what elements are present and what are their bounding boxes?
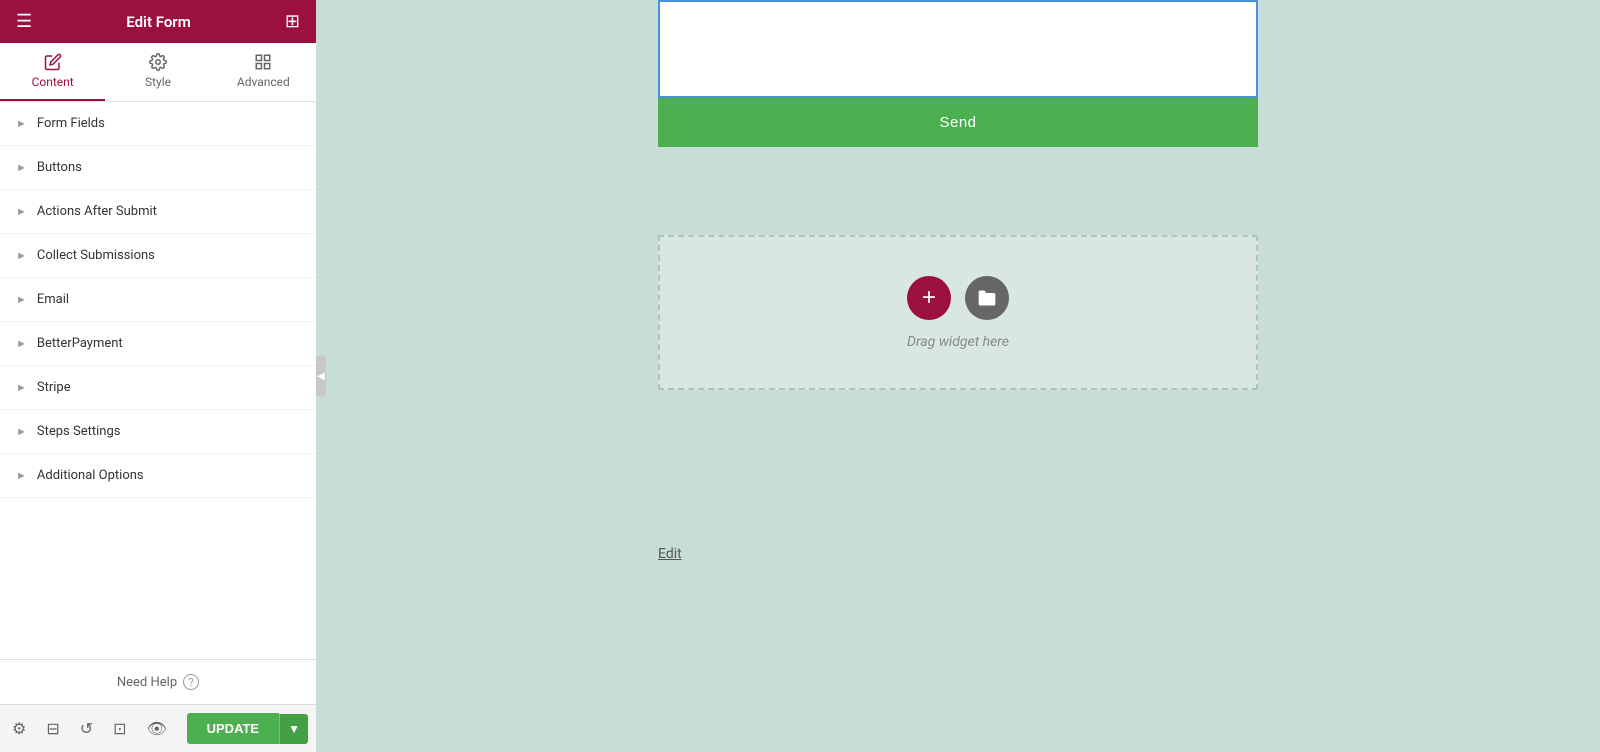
chevron-right-icon: ► xyxy=(16,117,27,130)
accordion-email-header[interactable]: ► Email xyxy=(0,278,316,321)
drop-zone-icons: + xyxy=(907,276,1009,320)
form-textarea-wrapper xyxy=(658,0,1258,98)
accordion-collect-submissions-header[interactable]: ► Collect Submissions xyxy=(0,234,316,277)
accordion-actions-after-submit: ► Actions After Submit xyxy=(0,190,316,234)
update-dropdown-button[interactable]: ▼ xyxy=(279,714,308,744)
need-help-label: Need Help xyxy=(117,675,177,690)
edit-link[interactable]: Edit xyxy=(658,546,682,562)
preview-icon[interactable]: 👁 xyxy=(143,715,171,742)
accordion-stripe: ► Stripe xyxy=(0,366,316,410)
accordion-stripe-label: Stripe xyxy=(37,380,71,395)
accordion-additional-options-header[interactable]: ► Additional Options xyxy=(0,454,316,497)
update-button[interactable]: UPDATE xyxy=(187,713,279,744)
help-icon[interactable]: ? xyxy=(183,674,199,690)
sidebar-footer: Need Help ? xyxy=(0,659,316,704)
sidebar-header: ☰ Edit Form ⊞ xyxy=(0,0,316,43)
update-btn-group: UPDATE ▼ xyxy=(187,713,308,744)
chevron-right-icon: ► xyxy=(16,337,27,350)
history-icon[interactable]: ↺ xyxy=(76,715,97,742)
accordion-form-fields-label: Form Fields xyxy=(37,116,105,131)
sidebar: ☰ Edit Form ⊞ Content Style Advanced xyxy=(0,0,316,752)
accordion-buttons-header[interactable]: ► Buttons xyxy=(0,146,316,189)
collapse-handle[interactable]: ◀ xyxy=(316,356,326,396)
tab-advanced[interactable]: Advanced xyxy=(211,43,316,101)
accordion-better-payment: ► BetterPayment xyxy=(0,322,316,366)
accordion-additional-options: ► Additional Options xyxy=(0,454,316,498)
drop-zone-text: Drag widget here xyxy=(907,334,1009,350)
accordion-steps-settings-label: Steps Settings xyxy=(37,424,121,439)
accordion-collect-submissions-label: Collect Submissions xyxy=(37,248,155,263)
folder-icon xyxy=(977,288,997,308)
chevron-right-icon: ► xyxy=(16,161,27,174)
accordion-email-label: Email xyxy=(37,292,69,307)
accordion-steps-settings: ► Steps Settings xyxy=(0,410,316,454)
accordion-better-payment-label: BetterPayment xyxy=(37,336,123,351)
accordion-steps-settings-header[interactable]: ► Steps Settings xyxy=(0,410,316,453)
plus-icon: + xyxy=(922,284,936,312)
responsive-icon[interactable]: ⊡ xyxy=(109,715,130,742)
add-widget-button[interactable]: + xyxy=(907,276,951,320)
form-widget: Send xyxy=(658,0,1258,147)
chevron-right-icon: ► xyxy=(16,469,27,482)
accordion-collect-submissions: ► Collect Submissions xyxy=(0,234,316,278)
accordion-buttons-label: Buttons xyxy=(37,160,82,175)
accordion-actions-header[interactable]: ► Actions After Submit xyxy=(0,190,316,233)
accordion-additional-options-label: Additional Options xyxy=(37,468,144,483)
main-canvas: Send + Drag widget here Edit xyxy=(316,0,1600,752)
chevron-right-icon: ► xyxy=(16,205,27,218)
form-textarea[interactable] xyxy=(660,2,1256,92)
accordion-form-fields: ► Form Fields xyxy=(0,102,316,146)
style-icon xyxy=(149,53,167,71)
accordion-stripe-header[interactable]: ► Stripe xyxy=(0,366,316,409)
drop-zone: + Drag widget here xyxy=(658,235,1258,390)
accordion-better-payment-header[interactable]: ► BetterPayment xyxy=(0,322,316,365)
chevron-right-icon: ► xyxy=(16,249,27,262)
tab-content[interactable]: Content xyxy=(0,43,105,101)
sidebar-tabs: Content Style Advanced xyxy=(0,43,316,102)
advanced-icon xyxy=(254,53,272,71)
send-button[interactable]: Send xyxy=(658,98,1258,147)
hamburger-icon[interactable]: ☰ xyxy=(16,11,32,32)
tab-advanced-label: Advanced xyxy=(237,75,290,89)
pencil-icon xyxy=(44,53,62,71)
settings-icon[interactable]: ⚙ xyxy=(8,715,30,742)
tab-style-label: Style xyxy=(145,75,171,89)
tab-style[interactable]: Style xyxy=(105,43,210,101)
bottom-bar: ⚙ ⊟ ↺ ⊡ 👁 UPDATE ▼ xyxy=(0,704,316,752)
accordion-list: ► Form Fields ► Buttons ► Actions After … xyxy=(0,102,316,659)
bottom-bar-icons: ⚙ ⊟ ↺ ⊡ 👁 xyxy=(8,715,171,742)
grid-icon[interactable]: ⊞ xyxy=(285,11,300,32)
layers-icon[interactable]: ⊟ xyxy=(42,715,63,742)
accordion-email: ► Email xyxy=(0,278,316,322)
chevron-right-icon: ► xyxy=(16,425,27,438)
chevron-right-icon: ► xyxy=(16,293,27,306)
chevron-right-icon: ► xyxy=(16,381,27,394)
folder-button[interactable] xyxy=(965,276,1009,320)
tab-content-label: Content xyxy=(32,75,74,89)
accordion-buttons: ► Buttons xyxy=(0,146,316,190)
sidebar-title: Edit Form xyxy=(126,13,190,31)
canvas-content: Send + Drag widget here Edit xyxy=(316,0,1600,752)
accordion-actions-label: Actions After Submit xyxy=(37,204,157,219)
accordion-form-fields-header[interactable]: ► Form Fields xyxy=(0,102,316,145)
